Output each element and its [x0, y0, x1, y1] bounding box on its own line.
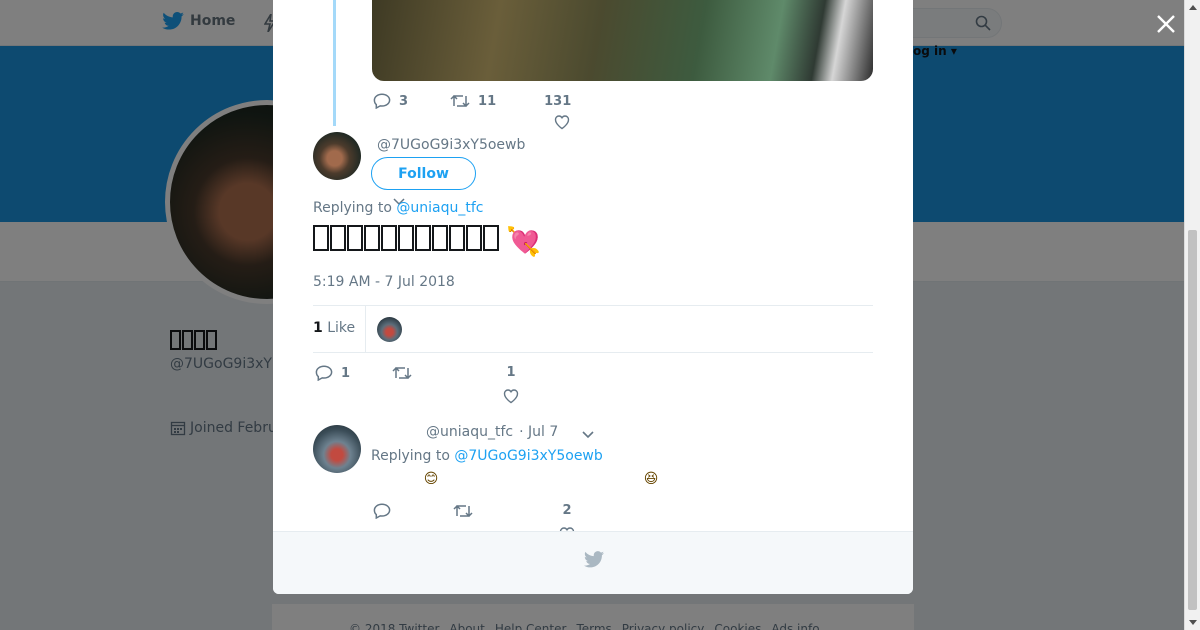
likes-stat-count: 1 — [313, 320, 323, 336]
reply-button[interactable]: 3 — [373, 93, 408, 109]
reply-icon — [315, 365, 333, 381]
tweet-text-glyphs — [313, 225, 500, 258]
heart-icon — [554, 115, 570, 130]
tweet-actions: 1 — [315, 365, 420, 381]
reply-author-handle[interactable]: @uniaqu_tfc — [426, 424, 513, 440]
liker-avatar[interactable] — [377, 317, 402, 342]
tweet-timestamp[interactable]: 5:19 AM - 7 Jul 2018 — [313, 274, 455, 290]
heart-icon — [503, 389, 519, 404]
reply-date[interactable]: · Jul 7 — [519, 424, 558, 440]
likes-stat[interactable]: 1 Like — [313, 320, 355, 336]
smiling-emoji: 😊 — [423, 471, 439, 487]
like-count: 2 — [562, 503, 572, 518]
tweet-modal: 3 11 131 @7UGoG9i3xY5oewb Follow Replyin… — [273, 0, 913, 594]
like-count: 1 — [506, 365, 516, 380]
likes-stat-label: Like — [327, 320, 356, 336]
retweet-icon — [450, 94, 470, 108]
reply-count: 1 — [341, 365, 351, 381]
twitter-bird-icon — [584, 551, 604, 568]
tweet-author-handle[interactable]: @7UGoG9i3xY5oewb — [377, 137, 525, 153]
reply-replying-to: Replying to @7UGoG9i3xY5oewb — [371, 448, 603, 464]
like-button[interactable]: 1 — [503, 365, 519, 404]
tweet-text: 💘 — [313, 225, 541, 258]
tweet-author-avatar[interactable] — [313, 132, 361, 180]
replying-to-prefix: Replying to — [313, 200, 392, 216]
reply-actions — [373, 503, 473, 519]
missing-glyph — [449, 225, 465, 251]
reply-replying-link[interactable]: @7UGoG9i3xY5oewb — [454, 448, 602, 464]
modal-footer — [273, 531, 913, 594]
reply-icon — [373, 503, 391, 519]
scrollbar[interactable] — [1184, 0, 1200, 630]
scroll-up-arrow[interactable] — [1189, 5, 1197, 10]
reply-replying-prefix: Replying to — [371, 448, 450, 464]
close-icon[interactable] — [1154, 12, 1178, 36]
retweet-icon — [392, 366, 412, 380]
retweet-button[interactable] — [392, 365, 420, 381]
chevron-down-icon[interactable] — [581, 427, 595, 443]
retweet-icon — [453, 504, 473, 518]
reply-button[interactable]: 1 — [315, 365, 350, 381]
heart-arrow-emoji: 💘 — [506, 225, 541, 258]
like-count: 131 — [544, 93, 572, 109]
parent-tweet-actions: 3 11 131 — [373, 93, 572, 130]
missing-glyph — [415, 225, 431, 251]
reply-icon — [373, 93, 391, 109]
like-button[interactable]: 131 — [544, 93, 572, 130]
scroll-down-arrow[interactable] — [1189, 620, 1197, 625]
thread-connector — [333, 0, 336, 126]
missing-glyph — [381, 225, 397, 251]
retweet-count: 11 — [478, 93, 497, 109]
reply-button[interactable] — [373, 503, 391, 519]
missing-glyph — [330, 225, 346, 251]
reply-author-avatar[interactable] — [313, 425, 361, 473]
missing-glyph — [483, 225, 499, 251]
missing-glyph — [432, 225, 448, 251]
reply-header: @uniaqu_tfc · Jul 7 — [426, 424, 558, 440]
retweet-button[interactable]: 11 — [450, 93, 496, 109]
reply-count: 3 — [399, 93, 409, 109]
stats-divider — [365, 306, 366, 352]
parent-tweet-media[interactable] — [372, 0, 873, 81]
missing-glyph — [398, 225, 414, 251]
missing-glyph — [364, 225, 380, 251]
laughing-emoji: 😆 — [643, 471, 659, 487]
missing-glyph — [466, 225, 482, 251]
tweet-stats: 1 Like — [313, 305, 873, 353]
replying-to-link[interactable]: @uniaqu_tfc — [396, 200, 483, 216]
replying-to: Replying to @uniaqu_tfc — [313, 200, 483, 216]
missing-glyph — [347, 225, 363, 251]
retweet-button[interactable] — [453, 503, 473, 519]
scroll-thumb[interactable] — [1188, 230, 1197, 610]
follow-button[interactable]: Follow — [371, 157, 476, 190]
missing-glyph — [313, 225, 329, 251]
